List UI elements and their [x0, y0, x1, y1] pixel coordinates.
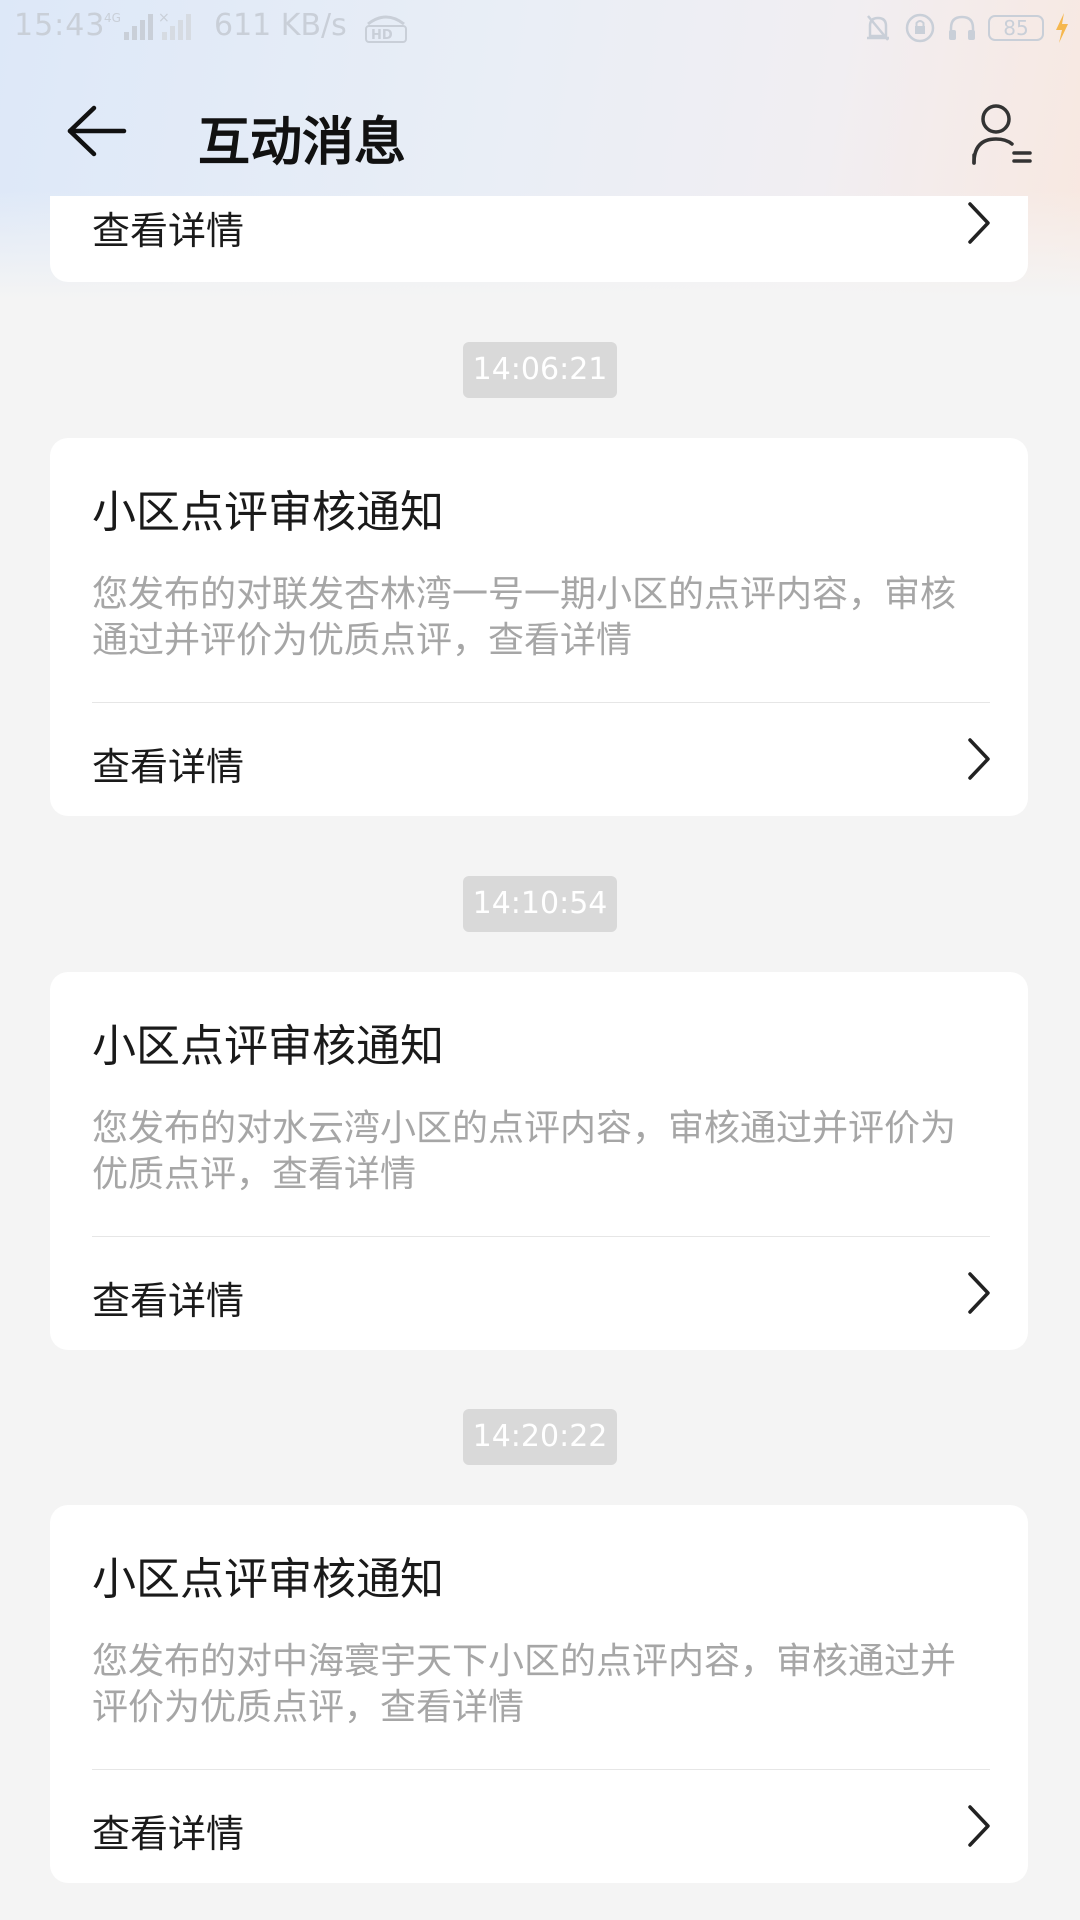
screen: 15:43 4G × 611 KB/s HD 85 互动消息 查看详情 14:0…: [0, 0, 1080, 1920]
status-bar: 15:43 4G × 611 KB/s HD 85: [0, 0, 1080, 56]
view-details-button[interactable]: 查看详情: [50, 1773, 1028, 1881]
bell-muted-icon: [867, 15, 889, 41]
chevron-right-icon: [968, 1272, 990, 1314]
message-card: 小区点评审核通知 您发布的对水云湾小区的点评内容，审核通过并评价为优质点评，查看…: [50, 972, 1028, 1350]
view-details-button[interactable]: 查看详情: [50, 1240, 1028, 1348]
status-icons-right: 85: [862, 10, 1070, 46]
message-body: 您发布的对水云湾小区的点评内容，审核通过并评价为优质点评，查看详情: [92, 1108, 957, 1195]
message-list[interactable]: 查看详情 14:06:21 小区点评审核通知 您发布的对联发杏林湾一号一期小区的…: [0, 196, 1080, 1920]
chevron-right-icon: [968, 1805, 990, 1847]
message-card: 小区点评审核通知 您发布的对联发杏林湾一号一期小区的点评内容，审核通过并评价为优…: [50, 438, 1028, 816]
message-title: 小区点评审核通知: [92, 1021, 444, 1072]
divider: [92, 1236, 990, 1237]
message-time-badge: 14:06:21: [463, 342, 617, 398]
message-body: 您发布的对中海寰宇天下小区的点评内容，审核通过并评价为优质点评，查看详情: [92, 1641, 957, 1728]
back-button[interactable]: [52, 96, 142, 166]
page-title: 互动消息: [198, 114, 407, 172]
battery-icon: 85: [988, 15, 1044, 41]
message-title: 小区点评审核通知: [92, 1554, 444, 1605]
divider: [92, 1769, 990, 1770]
chevron-right-icon: [968, 202, 990, 244]
battery-level: 85: [1003, 16, 1029, 40]
status-time: 15:43: [14, 8, 106, 43]
message-time-badge: 14:10:54: [463, 876, 617, 932]
message-title: 小区点评审核通知: [92, 487, 444, 538]
view-details-label: 查看详情: [92, 1812, 245, 1856]
charging-icon: [1056, 13, 1068, 43]
message-card: 小区点评审核通知 您发布的对中海寰宇天下小区的点评内容，审核通过并评价为优质点评…: [50, 1505, 1028, 1883]
network-speed: 611 KB/s: [214, 8, 347, 43]
message-card: 查看详情: [50, 196, 1028, 282]
lock-rotation-icon: [905, 13, 935, 43]
app-bar: 互动消息: [0, 66, 1080, 206]
view-details-button[interactable]: 查看详情: [50, 196, 1028, 264]
message-body: 您发布的对联发杏林湾一号一期小区的点评内容，审核通过并评价为优质点评，查看详情: [92, 574, 957, 661]
headphones-icon: [949, 15, 975, 40]
view-details-label: 查看详情: [92, 209, 245, 253]
view-details-button[interactable]: 查看详情: [50, 706, 1028, 814]
svg-text:×: ×: [158, 10, 170, 26]
view-details-label: 查看详情: [92, 1279, 245, 1323]
hd-icon: HD: [365, 15, 407, 43]
view-details-label: 查看详情: [92, 745, 245, 789]
message-time-badge: 14:20:22: [463, 1409, 617, 1465]
svg-text:4G: 4G: [104, 11, 121, 25]
svg-text:HD: HD: [371, 28, 393, 43]
user-settings-button[interactable]: [962, 94, 1042, 174]
divider: [92, 702, 990, 703]
arrow-left-icon: [67, 105, 127, 157]
user-settings-icon: [972, 104, 1032, 165]
chevron-right-icon: [968, 738, 990, 780]
4g-signal-icon: 4G ×: [104, 10, 191, 40]
